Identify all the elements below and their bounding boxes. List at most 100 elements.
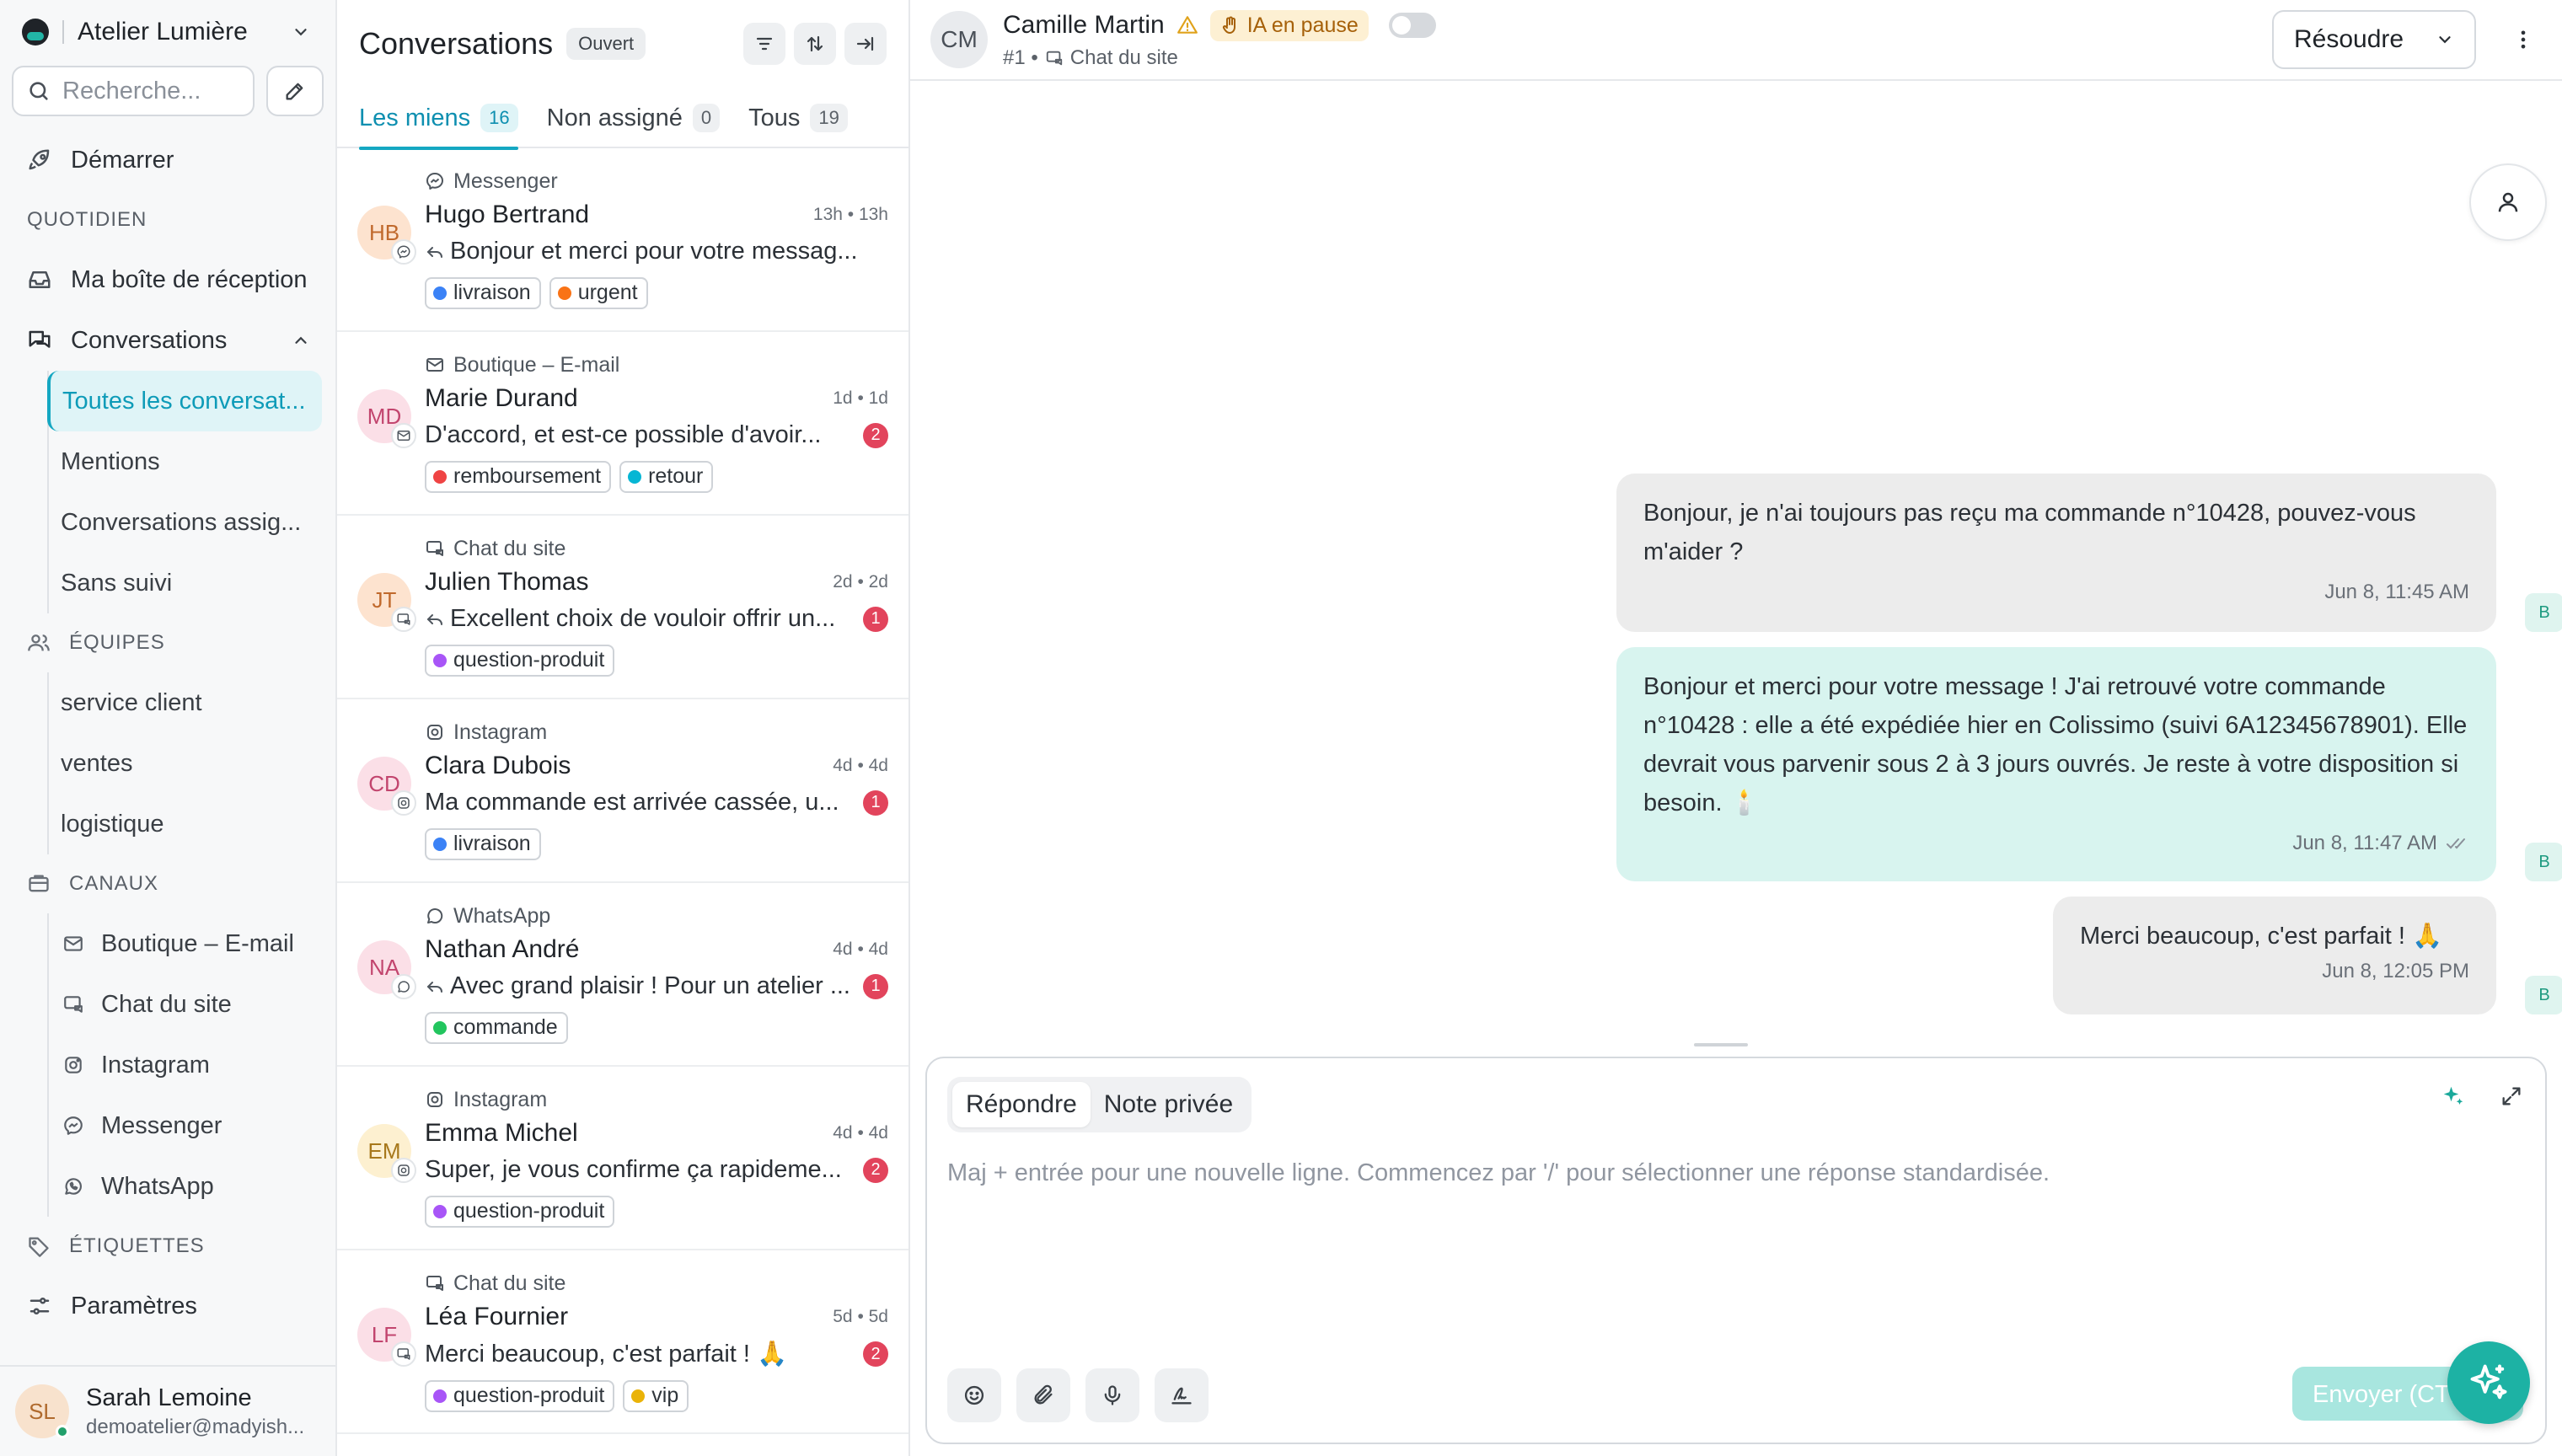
conversation-item[interactable]: HB Messenger Hugo Bertrand 13h • 13h Bonjour… bbox=[337, 148, 908, 332]
sidebar-item-assigned[interactable]: Conversations assig... bbox=[49, 492, 335, 553]
resolve-button[interactable]: Résoudre bbox=[2272, 10, 2476, 69]
sidebar-item-channel-messenger[interactable]: Messenger bbox=[49, 1095, 335, 1156]
reply-icon bbox=[425, 977, 445, 997]
message-time: Jun 8, 11:45 AM bbox=[2324, 581, 2469, 603]
conversation-list-panel: Conversations Ouvert Les miens 16 Non as… bbox=[337, 0, 910, 1456]
label-chip[interactable]: livraison bbox=[425, 277, 541, 309]
users-icon bbox=[25, 629, 52, 656]
user-profile[interactable]: SL Sarah Lemoine demoatelier@madyish... bbox=[0, 1365, 335, 1456]
label-chip[interactable]: retour bbox=[619, 461, 714, 493]
signature-button[interactable] bbox=[1155, 1368, 1209, 1422]
tab-private-note[interactable]: Note privée bbox=[1091, 1082, 1246, 1127]
nav-start[interactable]: Démarrer bbox=[0, 130, 335, 190]
conversation-item[interactable]: CD Instagram Clara Dubois 4d • 4d Ma command… bbox=[337, 699, 908, 883]
section-channels[interactable]: CANAUX bbox=[0, 854, 335, 913]
workspace-name: Atelier Lumière bbox=[78, 18, 248, 46]
label-chip[interactable]: question-produit bbox=[425, 645, 615, 677]
conversation-item[interactable]: JT Chat du site Julien Thomas 2d • 2d Excell… bbox=[337, 516, 908, 699]
label-chip[interactable]: vip bbox=[623, 1380, 689, 1412]
sidebar-item-mentions[interactable]: Mentions bbox=[49, 431, 335, 492]
collapse-panel-button[interactable] bbox=[844, 23, 887, 65]
label-chip[interactable]: remboursement bbox=[425, 461, 612, 493]
sort-button[interactable] bbox=[794, 23, 836, 65]
avatar[interactable]: CM bbox=[930, 11, 988, 68]
sidebar-item-team-service[interactable]: service client bbox=[49, 672, 335, 733]
instagram-icon bbox=[61, 1052, 86, 1078]
ai-assistant-button[interactable] bbox=[2447, 1341, 2530, 1424]
message-input[interactable] bbox=[947, 1159, 2525, 1345]
compose-button[interactable] bbox=[266, 66, 324, 116]
label-chip[interactable]: commande bbox=[425, 1012, 568, 1044]
messenger-icon bbox=[425, 171, 445, 191]
chevron-up-icon[interactable] bbox=[292, 331, 310, 350]
channel-label: Instagram bbox=[453, 1087, 548, 1111]
conversation-item[interactable]: LF Chat du site Léa Fournier 5d • 5d Merci b… bbox=[337, 1250, 908, 1434]
sidebar-item-label: Toutes les conversat... bbox=[62, 387, 306, 415]
search-row bbox=[0, 66, 335, 116]
label-name: commande bbox=[453, 1015, 558, 1039]
channel-list: Boutique – E-mail Chat du site Instagram… bbox=[47, 913, 335, 1217]
tab-reply[interactable]: Répondre bbox=[952, 1082, 1091, 1127]
label-chip[interactable]: question-produit bbox=[425, 1196, 615, 1228]
ai-toggle[interactable] bbox=[1388, 13, 1436, 38]
contact-name: Emma Michel bbox=[425, 1119, 578, 1147]
ai-sparkle-icon[interactable] bbox=[2441, 1084, 2466, 1109]
sidebar-item-unattended[interactable]: Sans suivi bbox=[49, 553, 335, 613]
contact-name[interactable]: Camille Martin bbox=[1003, 11, 1165, 40]
sidebar-item-channel-email[interactable]: Boutique – E-mail bbox=[49, 913, 335, 974]
status-filter-chip[interactable]: Ouvert bbox=[566, 28, 646, 60]
section-teams[interactable]: ÉQUIPES bbox=[0, 613, 335, 672]
nav-inbox[interactable]: Ma boîte de réception bbox=[0, 249, 335, 310]
contact-details-button[interactable] bbox=[2469, 163, 2547, 241]
tag-icon bbox=[25, 1233, 52, 1260]
nav-settings[interactable]: Paramètres bbox=[0, 1276, 335, 1336]
label-list: commande bbox=[425, 1012, 888, 1044]
sidebar-item-all-conversations[interactable]: Toutes les conversat... bbox=[47, 371, 322, 431]
mail-icon bbox=[61, 931, 86, 956]
search-box[interactable] bbox=[12, 66, 255, 116]
sort-icon bbox=[805, 34, 825, 54]
search-input[interactable] bbox=[62, 77, 239, 105]
contact-name: Hugo Bertrand bbox=[425, 201, 590, 228]
section-channels-label: CANAUX bbox=[69, 872, 159, 895]
sidebar-item-channel-instagram[interactable]: Instagram bbox=[49, 1035, 335, 1095]
label-chip[interactable]: question-produit bbox=[425, 1380, 615, 1412]
kebab-menu-icon bbox=[2519, 28, 2527, 51]
message-text: Merci beaucoup, c'est parfait ! 🙏 bbox=[2080, 923, 2443, 950]
more-options-button[interactable] bbox=[2505, 21, 2542, 58]
instagram-icon bbox=[391, 1158, 416, 1183]
webchat-icon bbox=[425, 538, 445, 559]
conversation-channel: Instagram bbox=[425, 720, 888, 745]
expand-icon[interactable] bbox=[2500, 1084, 2523, 1108]
tab-all[interactable]: Tous 19 bbox=[748, 88, 848, 148]
filter-button[interactable] bbox=[743, 23, 785, 65]
nav-conversations[interactable]: Conversations bbox=[0, 310, 335, 371]
label-chip[interactable]: livraison bbox=[425, 828, 541, 860]
chevron-down-icon[interactable] bbox=[2436, 30, 2454, 49]
conversation-item[interactable]: EM Instagram Emma Michel 4d • 4d Super, je v… bbox=[337, 1067, 908, 1250]
attach-button[interactable] bbox=[1016, 1368, 1070, 1422]
channels-icon bbox=[25, 870, 52, 897]
emoji-button[interactable] bbox=[947, 1368, 1001, 1422]
composer-resize-handle[interactable] bbox=[1694, 1043, 1748, 1046]
chevron-down-icon[interactable] bbox=[288, 19, 314, 45]
sidebar-item-team-sales[interactable]: ventes bbox=[49, 733, 335, 794]
nav-start-label: Démarrer bbox=[71, 146, 174, 174]
workspace-switcher[interactable]: Atelier Lumière bbox=[0, 0, 335, 64]
sidebar-item-channel-whatsapp[interactable]: WhatsApp bbox=[49, 1156, 335, 1217]
conversation-item[interactable]: NA WhatsApp Nathan André 4d • 4d Avec grand … bbox=[337, 883, 908, 1067]
label-name: question-produit bbox=[453, 648, 605, 672]
voice-button[interactable] bbox=[1085, 1368, 1139, 1422]
conversation-item[interactable]: MD Boutique – E-mail Marie Durand 1d • 1d D'… bbox=[337, 332, 908, 516]
sidebar-item-team-logistics[interactable]: logistique bbox=[49, 794, 335, 854]
sidebar-item-channel-webchat[interactable]: Chat du site bbox=[49, 974, 335, 1035]
conversation-body: Messenger Hugo Bertrand 13h • 13h Bonjour e… bbox=[425, 169, 888, 330]
message-incoming: Bonjour, je n'ai toujours pas reçu ma co… bbox=[1616, 474, 2496, 632]
tab-unassigned[interactable]: Non assigné 0 bbox=[547, 88, 721, 148]
section-labels[interactable]: ÉTIQUETTES bbox=[0, 1217, 335, 1276]
reply-composer: Répondre Note privée Maj + entrée pour u… bbox=[925, 1057, 2547, 1444]
label-chip[interactable]: urgent bbox=[549, 277, 648, 309]
channel-label: WhatsApp bbox=[453, 903, 551, 928]
tab-mine[interactable]: Les miens 16 bbox=[359, 88, 518, 150]
conversation-title-row: Hugo Bertrand 13h • 13h bbox=[425, 201, 888, 229]
